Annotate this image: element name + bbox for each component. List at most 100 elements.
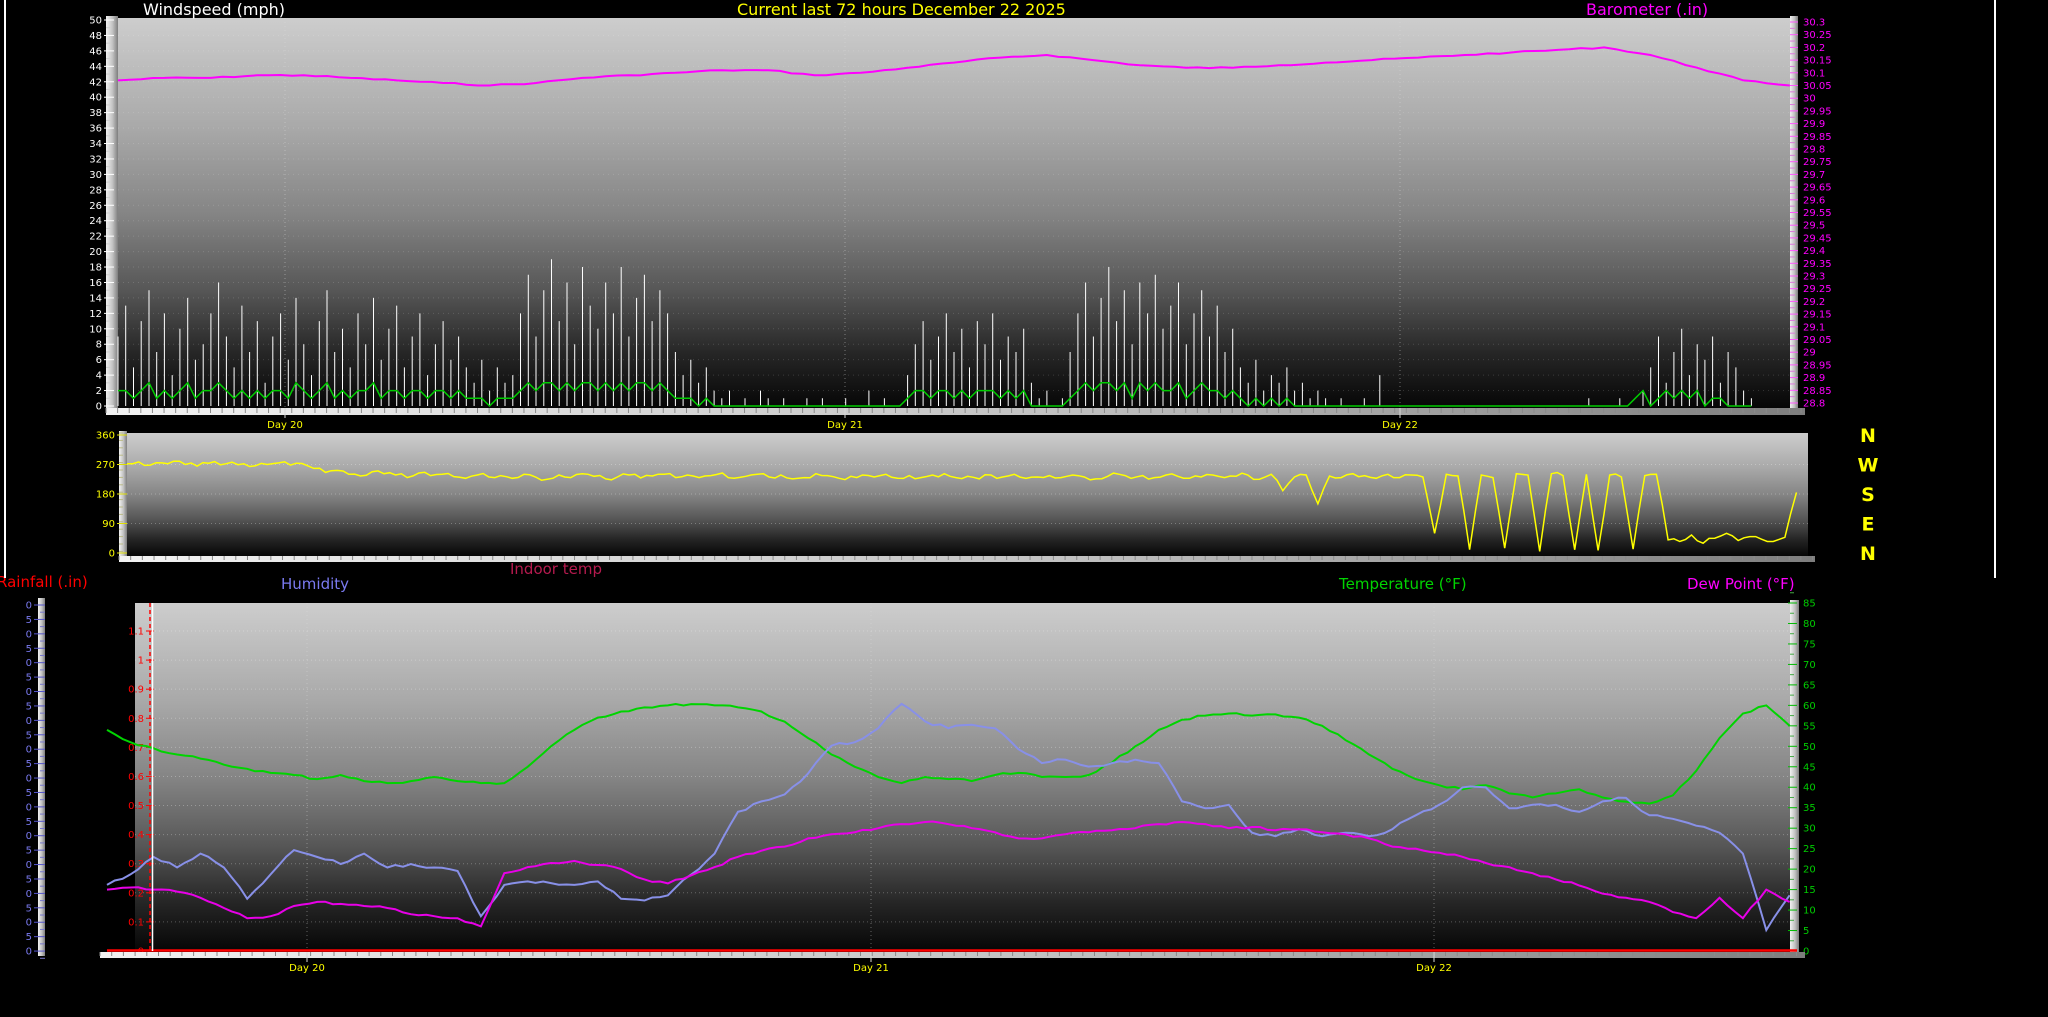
barometer-tick-label: 29.8 <box>1803 145 1825 156</box>
humidity-axis-bar <box>38 598 45 956</box>
windspeed-tick-label: 40 <box>89 93 102 104</box>
temperature-tick-label: 50 <box>1803 742 1816 753</box>
x-axis-bar <box>100 952 1805 958</box>
windspeed-tick-label: 6 <box>96 355 102 366</box>
barometer-tick-label: 30.2 <box>1803 43 1825 54</box>
humidity-tick-label: 0 <box>26 629 32 640</box>
windspeed-tick-label: 20 <box>89 247 102 258</box>
temperature-tick-label: 60 <box>1803 701 1816 712</box>
barometer-tick-label: 29.25 <box>1803 284 1832 295</box>
windspeed-axis-title: Windspeed (mph) <box>143 2 285 18</box>
temperature-legend-label: Temperature (°F) <box>1339 577 1467 592</box>
windspeed-tick-label: 24 <box>89 216 102 227</box>
barometer-tick-label: 29.05 <box>1803 335 1832 346</box>
barometer-tick-label: 29.85 <box>1803 132 1832 143</box>
windspeed-tick-label: 32 <box>89 154 102 165</box>
barometer-tick-label: 29.15 <box>1803 310 1832 321</box>
temperature-tick-label: 45 <box>1803 762 1816 773</box>
dew-point-legend-label: Dew Point (°F) <box>1687 577 1795 592</box>
temperature-tick-label: 10 <box>1803 906 1816 917</box>
humidity-tick-label: 0 <box>26 687 32 698</box>
wind-direction-chart: 360270180900 <box>96 430 1815 562</box>
barometer-tick-label: 28.95 <box>1803 360 1832 371</box>
windspeed-tick-label: 0 <box>96 402 102 413</box>
day-label: Day 21 <box>853 963 889 974</box>
right-axis-bar <box>1790 600 1799 956</box>
temperature-humidity-chart: 05050505050505050505050501.110.90.80.70.… <box>26 593 1816 974</box>
barometer-tick-label: 30.05 <box>1803 81 1832 92</box>
barometer-tick-label: 28.85 <box>1803 386 1832 397</box>
humidity-tick-label: 5 <box>26 644 32 655</box>
compass-label: N <box>1860 543 1876 565</box>
temperature-tick-label: 65 <box>1803 680 1816 691</box>
rainfall-legend-label: Rainfall (.in) <box>0 575 88 590</box>
windspeed-tick-label: 34 <box>89 139 102 150</box>
rainfall-tick-label: 0.2 <box>128 888 144 899</box>
barometer-tick-label: 29.1 <box>1803 322 1825 333</box>
compass-label: E <box>1862 513 1875 535</box>
humidity-tick-label: 0 <box>26 831 32 842</box>
barometer-tick-label: 30 <box>1803 94 1816 105</box>
temperature-tick-label: 15 <box>1803 885 1816 896</box>
windspeed-tick-label: 4 <box>96 371 102 382</box>
temperature-tick-label: 85 <box>1803 599 1816 610</box>
plot-background <box>135 603 1790 951</box>
windspeed-tick-label: 44 <box>89 62 102 73</box>
humidity-tick-label: 5 <box>26 932 32 943</box>
temperature-tick-label: 70 <box>1803 660 1816 671</box>
rainfall-tick-label: 0.9 <box>128 685 144 696</box>
windspeed-tick-label: 26 <box>89 201 102 212</box>
humidity-tick-label: 0 <box>26 860 32 871</box>
temperature-tick-label: 80 <box>1803 619 1816 630</box>
humidity-tick-label: 5 <box>26 615 32 626</box>
windspeed-barometer-chart: 5048464442403836343230282624222018161412… <box>89 16 1831 432</box>
windspeed-tick-label: 22 <box>89 232 102 243</box>
barometer-tick-label: 29.5 <box>1803 221 1825 232</box>
window-border-left <box>4 0 6 578</box>
temperature-tick-label: 75 <box>1803 639 1816 650</box>
humidity-tick-label: 0 <box>26 601 32 612</box>
barometer-tick-label: 29.45 <box>1803 233 1832 244</box>
barometer-tick-label: 30.15 <box>1803 56 1832 67</box>
direction-tick-label: 180 <box>96 489 115 500</box>
day-label: Day 20 <box>289 963 325 974</box>
day-label: Day 22 <box>1416 963 1452 974</box>
barometer-tick-label: 28.9 <box>1803 373 1825 384</box>
windspeed-tick-label: 10 <box>89 324 102 335</box>
windspeed-tick-label: 50 <box>89 16 102 27</box>
windspeed-tick-label: 42 <box>89 77 102 88</box>
humidity-tick-label: 0 <box>26 947 32 958</box>
barometer-tick-label: 29.7 <box>1803 170 1825 181</box>
temperature-tick-label: 5 <box>1803 926 1809 937</box>
barometer-axis-title: Barometer (.in) <box>1586 2 1708 18</box>
rainfall-tick-label: 0.5 <box>128 801 144 812</box>
compass-label: N <box>1860 425 1876 447</box>
humidity-tick-label: 5 <box>26 730 32 741</box>
temperature-tick-label: 40 <box>1803 783 1816 794</box>
humidity-tick-label: 5 <box>26 701 32 712</box>
compass-label: S <box>1861 484 1875 506</box>
barometer-tick-label: 29.75 <box>1803 157 1832 168</box>
humidity-tick-label: 0 <box>26 745 32 756</box>
humidity-tick-label: 0 <box>26 802 32 813</box>
temperature-tick-label: 25 <box>1803 844 1816 855</box>
windspeed-tick-label: 14 <box>89 293 102 304</box>
windspeed-tick-label: 38 <box>89 108 102 119</box>
day-label: Day 20 <box>267 420 303 431</box>
humidity-tick-label: 0 <box>26 716 32 727</box>
plot-background <box>118 18 1790 408</box>
page-title: Current last 72 hours December 22 2025 <box>737 2 1066 18</box>
windspeed-tick-label: 18 <box>89 263 102 274</box>
humidity-tick-label: 5 <box>26 874 32 885</box>
barometer-tick-label: 30.3 <box>1803 18 1825 29</box>
barometer-tick-label: 29.65 <box>1803 183 1832 194</box>
compass-label: W <box>1858 454 1879 476</box>
window-border-right <box>1994 0 1996 578</box>
barometer-tick-label: 29.6 <box>1803 195 1825 206</box>
rainfall-tick-label: 1.1 <box>128 627 144 638</box>
rainfall-tick-label: 1 <box>138 656 144 667</box>
temperature-tick-label: 20 <box>1803 865 1816 876</box>
barometer-tick-label: 29.35 <box>1803 259 1832 270</box>
windspeed-tick-label: 28 <box>89 185 102 196</box>
humidity-tick-label: 0 <box>26 774 32 785</box>
